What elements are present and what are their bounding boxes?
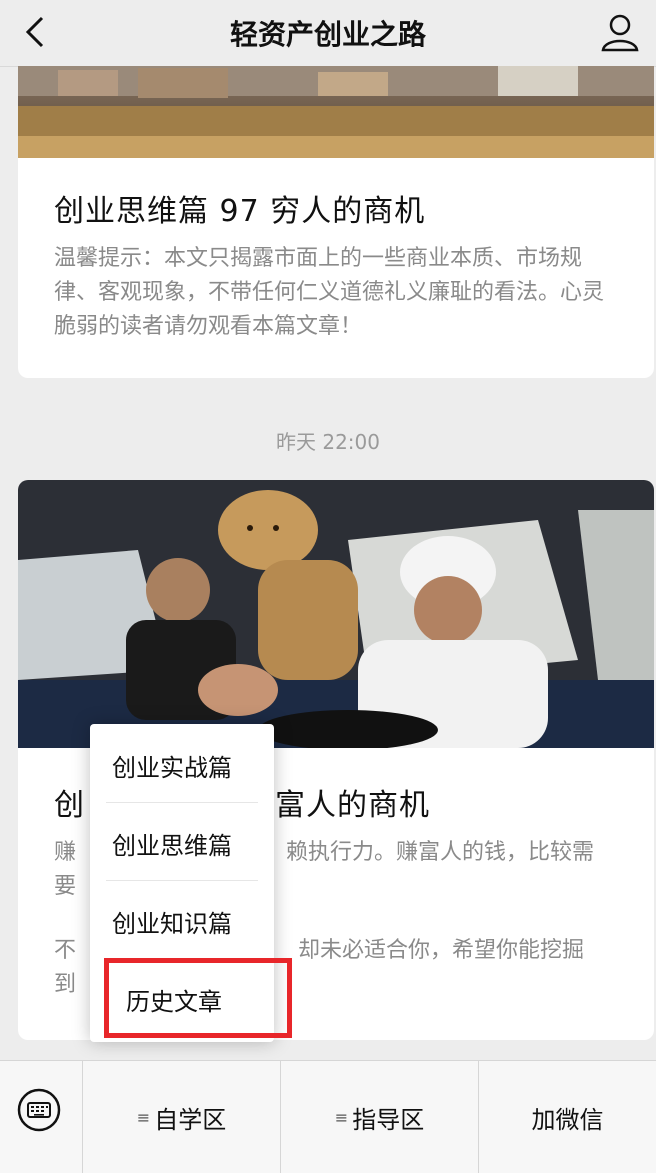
- article-title[interactable]: 创业思维篇 97 穷人的商机: [54, 186, 425, 230]
- submenu-divider: [106, 802, 258, 803]
- menu-label: 自学区: [154, 1105, 227, 1134]
- page-title: 轻资产创业之路: [229, 18, 426, 51]
- article-cover-image: [18, 66, 654, 158]
- top-bar: 轻资产创业之路: [0, 0, 656, 67]
- summary-tail: 却未必适合你，希望你能挖掘: [298, 938, 585, 963]
- back-arrow-icon[interactable]: [18, 12, 58, 52]
- menu-list-icon: ≡: [334, 1107, 349, 1127]
- submenu-item-thinking[interactable]: 创业思维篇: [90, 804, 274, 882]
- article-summary: 温馨提示：本文只揭露市面上的一些商业本质、市场规律、客观现象，不带任何仁义道德礼…: [54, 246, 605, 339]
- highlight-box: [104, 958, 292, 1038]
- submenu-item-knowledge[interactable]: 创业知识篇: [90, 882, 274, 960]
- article-card[interactable]: 创业思维篇 97 穷人的商机 温馨提示：本文只揭露市面上的一些商业本质、市场规律…: [18, 66, 654, 378]
- summary-line2: 要: [54, 874, 77, 899]
- submenu-item-practice[interactable]: 创业实战篇: [90, 726, 274, 804]
- summary-line2: 到: [54, 972, 77, 997]
- bottom-menu-bar: ≡ 自学区 ≡ 指导区 加微信: [0, 1060, 656, 1173]
- article-title-head: 创: [54, 788, 85, 823]
- menu-list-icon: ≡: [136, 1107, 151, 1127]
- article-title-tail: 富人的商机: [275, 788, 430, 823]
- keyboard-icon[interactable]: [16, 1087, 62, 1133]
- article-cover-image: [18, 480, 654, 748]
- summary-head: 赚: [54, 840, 77, 865]
- submenu-divider: [106, 880, 258, 881]
- summary-head: 不: [54, 938, 77, 963]
- menu-self-study[interactable]: ≡ 自学区: [83, 1061, 280, 1173]
- menu-guidance[interactable]: ≡ 指导区: [281, 1061, 478, 1173]
- profile-icon[interactable]: [598, 10, 642, 54]
- summary-tail: 赖执行力。赚富人的钱，比较需: [286, 840, 595, 865]
- menu-label: 加微信: [531, 1105, 604, 1134]
- menu-add-wechat[interactable]: 加微信: [479, 1061, 656, 1173]
- menu-label: 指导区: [352, 1105, 425, 1134]
- message-timestamp: 昨天 22:00: [276, 430, 380, 454]
